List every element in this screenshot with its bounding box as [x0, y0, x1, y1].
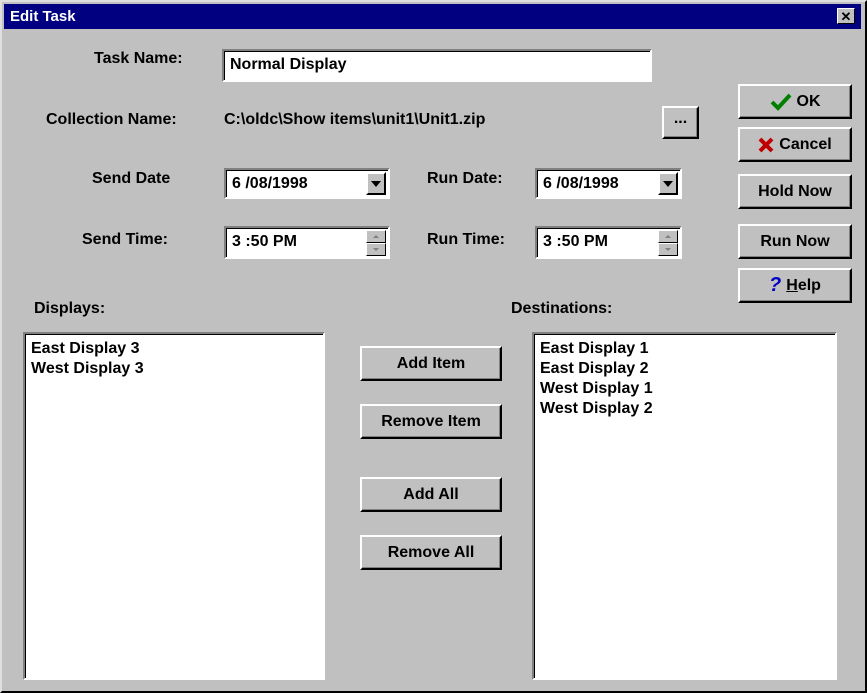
task-name-value: Normal Display	[230, 56, 347, 73]
run-now-button[interactable]: Run Now	[738, 224, 852, 259]
browse-button[interactable]: ...	[662, 106, 699, 139]
cancel-button[interactable]: Cancel	[738, 127, 852, 162]
destinations-label: Destinations:	[511, 300, 613, 317]
run-time-spinner[interactable]: 3 :50 PM	[535, 226, 682, 259]
collection-name-label: Collection Name:	[46, 111, 177, 128]
send-time-spin-buttons[interactable]	[366, 230, 386, 256]
list-item[interactable]: East Display 2	[534, 359, 835, 379]
ok-button[interactable]: OK	[738, 84, 852, 119]
window-title: Edit Task	[10, 8, 76, 25]
send-time-spinner[interactable]: 3 :50 PM	[224, 226, 390, 259]
send-time-label: Send Time:	[82, 231, 168, 248]
list-item[interactable]: East Display 3	[25, 339, 323, 359]
close-button[interactable]: ✕	[837, 8, 855, 24]
add-item-button[interactable]: Add Item	[360, 346, 502, 381]
question-icon: ?	[769, 274, 782, 296]
displays-label: Displays:	[34, 300, 106, 317]
spin-down-icon[interactable]	[366, 243, 386, 256]
ok-label: OK	[796, 92, 821, 110]
list-item[interactable]: West Display 3	[25, 359, 323, 379]
spin-down-icon[interactable]	[658, 243, 678, 256]
send-date-dropdown[interactable]: 6 /08/1998	[224, 168, 390, 199]
cancel-label: Cancel	[779, 135, 832, 153]
edit-task-dialog: Edit Task ✕ Task Name: Normal Display Co…	[0, 0, 867, 693]
displays-listbox[interactable]: East Display 3 West Display 3	[23, 332, 325, 680]
x-icon	[758, 137, 774, 152]
destinations-listbox[interactable]: East Display 1 East Display 2 West Displ…	[532, 332, 837, 680]
list-item[interactable]: West Display 1	[534, 379, 835, 399]
send-date-arrow[interactable]	[366, 172, 386, 195]
help-label: Help	[786, 276, 821, 294]
collection-path: C:\oldc\Show items\unit1\Unit1.zip	[224, 111, 486, 128]
task-name-label: Task Name:	[94, 50, 183, 67]
remove-item-button[interactable]: Remove Item	[360, 404, 502, 439]
run-time-spin-buttons[interactable]	[658, 230, 678, 256]
chevron-down-icon	[371, 180, 381, 187]
list-item[interactable]: West Display 2	[534, 399, 835, 419]
run-date-arrow[interactable]	[658, 172, 678, 195]
send-date-value: 6 /08/1998	[232, 175, 308, 192]
run-time-label: Run Time:	[427, 231, 505, 248]
run-date-label: Run Date:	[427, 170, 503, 187]
spin-up-icon[interactable]	[366, 230, 386, 243]
run-time-value: 3 :50 PM	[543, 233, 608, 250]
add-all-button[interactable]: Add All	[360, 477, 502, 512]
spin-up-icon[interactable]	[658, 230, 678, 243]
check-icon	[770, 93, 791, 111]
help-button[interactable]: ? Help	[738, 268, 852, 303]
chevron-down-icon	[663, 180, 673, 187]
list-item[interactable]: East Display 1	[534, 339, 835, 359]
hold-now-button[interactable]: Hold Now	[738, 174, 852, 209]
send-date-label: Send Date	[92, 170, 171, 187]
run-date-dropdown[interactable]: 6 /08/1998	[535, 168, 682, 199]
task-name-input[interactable]: Normal Display	[222, 49, 652, 82]
send-time-value: 3 :50 PM	[232, 233, 297, 250]
remove-all-button[interactable]: Remove All	[360, 535, 502, 570]
title-bar[interactable]: Edit Task ✕	[4, 4, 861, 29]
run-date-value: 6 /08/1998	[543, 175, 619, 192]
